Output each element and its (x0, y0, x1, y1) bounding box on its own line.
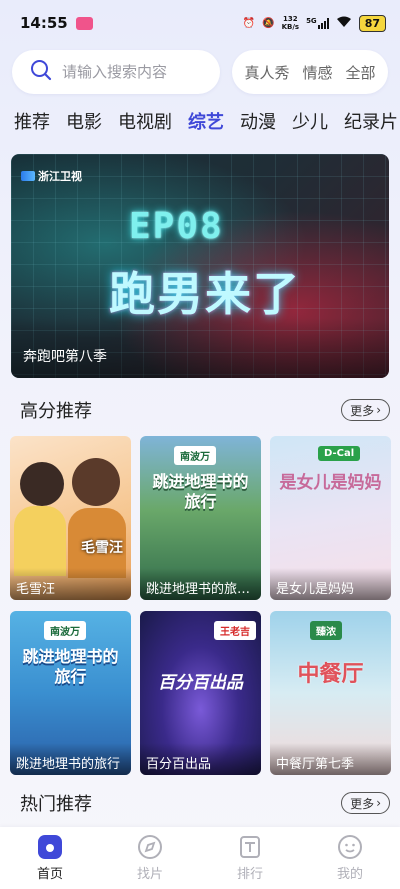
tab-variety[interactable]: 综艺 (188, 108, 224, 144)
show-title: 跳进地理书的旅行第二季 (140, 568, 261, 600)
show-card[interactable]: 王老吉 百分百出品 百分百出品 (140, 611, 261, 775)
person-art (20, 462, 64, 506)
hot-word[interactable]: 真人秀 (244, 62, 289, 83)
tab-anime[interactable]: 动漫 (240, 108, 276, 144)
sponsor-badge: D-Cal (318, 446, 361, 461)
signal-type: 5G (306, 17, 317, 25)
banner-episode-text: EP08 (129, 206, 224, 247)
section-title: 高分推荐 (20, 401, 92, 422)
nav-profile[interactable]: 我的 (315, 833, 385, 882)
wifi-icon (336, 16, 352, 31)
featured-banner[interactable]: 浙江卫视 EP08 跑男来了 奔跑吧第八季 (11, 154, 389, 378)
tab-tv-series[interactable]: 电视剧 (118, 108, 172, 144)
network-speed: 132 KB/s (282, 15, 299, 31)
high-score-header: 高分推荐 更多 › (0, 396, 400, 424)
bottom-navigation: 首页 找片 排行 我的 (0, 827, 400, 889)
nav-label: 排行 (236, 867, 263, 882)
show-card[interactable]: 毛雪汪 毛雪汪 (10, 436, 131, 600)
hot-search-words: 真人秀 情感 全部 (232, 50, 388, 94)
show-card[interactable]: 臻浓 中餐厅 中餐厅第七季 (270, 611, 391, 775)
search-box[interactable] (12, 50, 220, 94)
search-input[interactable] (62, 63, 212, 81)
chevron-right-icon: › (376, 796, 381, 810)
hot-word[interactable]: 情感 (302, 62, 332, 83)
profile-icon (336, 833, 364, 861)
tab-kids[interactable]: 少儿 (292, 108, 328, 144)
more-button[interactable]: 更多 › (341, 399, 390, 421)
mute-icon: 🔕 (262, 17, 275, 29)
clock: 14:55 (20, 14, 68, 32)
tab-movie[interactable]: 电影 (66, 108, 102, 144)
nav-discover[interactable]: 找片 (115, 833, 185, 882)
channel-logo: 浙江卫视 (21, 168, 82, 184)
person-art (72, 458, 120, 506)
compass-icon (136, 833, 164, 861)
network-speed-value: 132 (283, 15, 298, 23)
sponsor-badge: 王老吉 (214, 621, 256, 640)
show-title: 中餐厅第七季 (270, 743, 391, 775)
channel-logo-icon (21, 171, 35, 181)
hot-word[interactable]: 全部 (345, 62, 375, 83)
nav-label: 首页 (36, 867, 63, 882)
poster-art-title: 百分百出品 (158, 673, 243, 693)
tab-documentary[interactable]: 纪录片 (344, 108, 398, 144)
alarm-icon: ⏰ (242, 17, 256, 29)
sponsor-badge: 臻浓 (310, 621, 342, 640)
show-card[interactable]: 南波万 跳进地理书的旅行 跳进地理书的旅行第二季 (140, 436, 261, 600)
show-card[interactable]: D-Cal 是女儿是妈妈 是女儿是妈妈 (270, 436, 391, 600)
app-notification-icon (75, 16, 93, 30)
category-tabs: 推荐 电影 电视剧 综艺 动漫 少儿 纪录片 (0, 96, 400, 144)
poster-art-title: 中餐厅 (297, 662, 364, 687)
poster-art-title: 是女儿是妈妈 (279, 473, 382, 493)
more-button[interactable]: 更多 › (341, 792, 390, 814)
battery-indicator: 87 (358, 14, 386, 32)
section-title: 热门推荐 (20, 794, 92, 815)
banner-show-art-title: 跑男来了 (109, 267, 301, 321)
show-title: 百分百出品 (140, 743, 261, 775)
poster-art-title: 毛雪汪 (81, 540, 123, 556)
more-label: 更多 (350, 403, 375, 418)
home-icon (36, 833, 64, 861)
nav-label: 找片 (136, 867, 163, 882)
nav-label: 我的 (336, 867, 363, 882)
poster-art-title: 跳进地理书的旅行 (152, 472, 249, 511)
sponsor-badge: 南波万 (174, 446, 216, 465)
chevron-right-icon: › (376, 403, 381, 417)
nav-ranking[interactable]: 排行 (215, 833, 285, 882)
channel-name: 浙江卫视 (38, 170, 82, 183)
tab-recommend[interactable]: 推荐 (14, 108, 50, 144)
network-speed-unit: KB/s (281, 23, 300, 31)
show-title: 跳进地理书的旅行 (10, 743, 131, 775)
search-icon (30, 59, 52, 85)
hot-header: 热门推荐 更多 › (0, 789, 400, 817)
poster-art-title: 跳进地理书的旅行 (22, 647, 119, 686)
show-card[interactable]: 南波万 跳进地理书的旅行 跳进地理书的旅行 (10, 611, 131, 775)
more-label: 更多 (350, 796, 375, 811)
status-bar: 14:55 ⏰ 🔕 132 KB/s 5G 87 (0, 0, 400, 46)
show-title: 是女儿是妈妈 (270, 568, 391, 600)
show-title: 毛雪汪 (10, 568, 131, 600)
nav-home[interactable]: 首页 (15, 833, 85, 882)
sponsor-badge: 南波万 (44, 621, 86, 640)
ranking-icon (236, 833, 264, 861)
cellular-signal-icon: 5G (306, 17, 329, 29)
search-row: 真人秀 情感 全部 (0, 46, 400, 96)
high-score-grid: 毛雪汪 毛雪汪 南波万 跳进地理书的旅行 跳进地理书的旅行第二季 D-Cal 是… (0, 436, 400, 775)
banner-caption: 奔跑吧第八季 (23, 349, 107, 365)
